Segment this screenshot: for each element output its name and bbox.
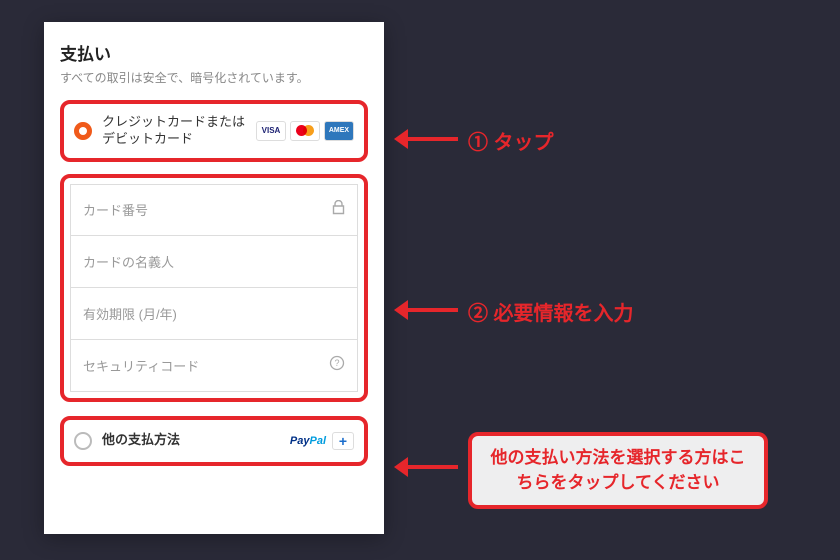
expiry-input[interactable]: 有効期限 (月/年) (70, 288, 358, 340)
card-number-placeholder: カード番号 (83, 200, 148, 219)
card-number-input[interactable]: カード番号 (70, 184, 358, 236)
credit-card-label: クレジットカードまたはデビットカード (102, 114, 256, 148)
credit-card-option[interactable]: クレジットカードまたはデビットカード VISA AMEX (60, 100, 368, 162)
plus-icon: + (332, 432, 354, 450)
paypal-icon: PayPal (290, 435, 326, 447)
card-holder-placeholder: カードの名義人 (83, 252, 174, 271)
payment-panel: 支払い すべての取引は安全で、暗号化されています。 クレジットカードまたはデビッ… (44, 22, 384, 534)
other-payment-label: 他の支払方法 (102, 432, 290, 449)
arrow-icon (398, 137, 458, 141)
arrow-icon (398, 308, 458, 312)
svg-text:?: ? (334, 358, 339, 368)
annotation-step1: ① タップ (468, 126, 554, 155)
card-logos: VISA AMEX (256, 121, 354, 141)
cvc-placeholder: セキュリティコード (83, 356, 199, 375)
help-icon[interactable]: ? (329, 355, 345, 375)
amex-icon: AMEX (324, 121, 354, 141)
card-fields-group: カード番号 カードの名義人 有効期限 (月/年) セキュリティコード ? (60, 174, 368, 402)
mastercard-icon (290, 121, 320, 141)
annotation-step2: ② 必要情報を入力 (468, 297, 634, 326)
lock-icon (332, 200, 345, 219)
page-title: 支払い (60, 40, 368, 65)
visa-icon: VISA (256, 121, 286, 141)
arrow-icon (398, 465, 458, 469)
page-subtitle: すべての取引は安全で、暗号化されています。 (60, 69, 368, 86)
other-payment-option[interactable]: 他の支払方法 PayPal + (60, 416, 368, 466)
cvc-input[interactable]: セキュリティコード ? (70, 340, 358, 392)
radio-unselected-icon (74, 432, 92, 450)
card-holder-input[interactable]: カードの名義人 (70, 236, 358, 288)
expiry-placeholder: 有効期限 (月/年) (83, 304, 177, 323)
radio-selected-icon (74, 122, 92, 140)
annotation-step3: 他の支払い方法を選択する方はこちらをタップしてください (468, 432, 768, 509)
